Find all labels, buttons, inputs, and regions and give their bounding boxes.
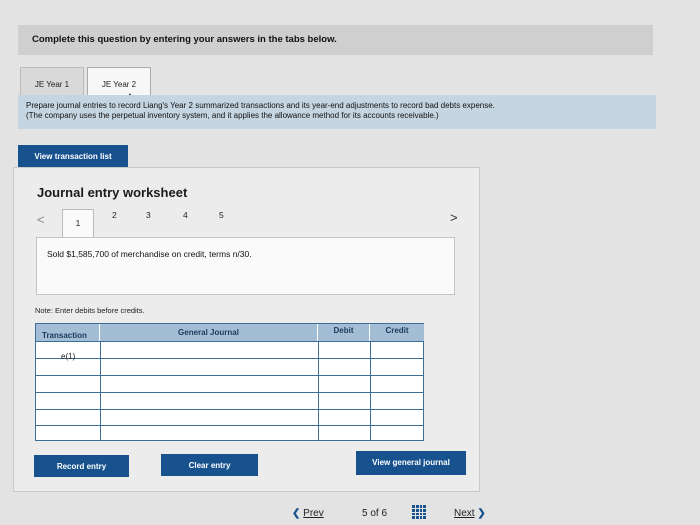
tab-je-year-2-label: JE Year 2 bbox=[101, 80, 137, 89]
entry-tab-3[interactable]: 3 bbox=[146, 210, 151, 220]
debit-input[interactable] bbox=[321, 428, 367, 439]
instructions-bar: Complete this question by entering your … bbox=[18, 25, 653, 55]
transaction-description: Sold $1,585,700 of merchandise on credit… bbox=[36, 237, 455, 295]
chevron-right-icon: ❯ bbox=[477, 508, 486, 519]
prev-entry-arrow-icon[interactable]: < bbox=[37, 212, 45, 227]
entry-tab-4[interactable]: 4 bbox=[183, 210, 188, 220]
debit-input[interactable] bbox=[321, 412, 367, 424]
debit-input[interactable] bbox=[321, 378, 367, 390]
account-input[interactable] bbox=[103, 378, 315, 390]
entry-note: Note: Enter debits before credits. bbox=[35, 306, 145, 315]
account-input[interactable] bbox=[103, 428, 315, 439]
account-input[interactable] bbox=[103, 344, 315, 356]
debit-input[interactable] bbox=[321, 344, 367, 356]
next-question-link[interactable]: Next ❯ bbox=[454, 508, 486, 519]
account-input[interactable] bbox=[103, 412, 315, 424]
prev-question-link[interactable]: ❮ Prev bbox=[292, 508, 324, 519]
table-col-divider bbox=[318, 341, 319, 441]
header-debit: Debit bbox=[318, 324, 370, 341]
view-transaction-list-button[interactable]: View transaction list bbox=[18, 145, 128, 167]
entry-tab-1-label: 1 bbox=[75, 218, 81, 228]
question-counter: 5 of 6 bbox=[362, 508, 388, 519]
table-row-divider bbox=[36, 409, 423, 410]
prompt-line-2: (The company uses the perpetual inventor… bbox=[26, 111, 439, 120]
entry-tab-2[interactable]: 2 bbox=[112, 210, 117, 220]
credit-input[interactable] bbox=[373, 395, 419, 407]
debit-input[interactable] bbox=[321, 361, 367, 373]
prev-label: Prev bbox=[303, 508, 324, 519]
transaction-label: e(1) bbox=[61, 352, 76, 361]
entry-tab-5[interactable]: 5 bbox=[219, 210, 224, 220]
question-prompt: Prepare journal entries to record Liang'… bbox=[18, 95, 656, 129]
header-general-journal: General Journal bbox=[100, 324, 318, 341]
transaction-description-text: Sold $1,585,700 of merchandise on credit… bbox=[47, 249, 252, 259]
tab-je-year-1-label: JE Year 1 bbox=[34, 80, 70, 89]
tab-je-year-2[interactable]: JE Year 2 bbox=[87, 67, 151, 95]
account-input[interactable] bbox=[103, 361, 315, 373]
clear-entry-button[interactable]: Clear entry bbox=[161, 454, 258, 476]
journal-entry-table: Transaction General Journal Debit Credit… bbox=[35, 323, 424, 441]
table-row-divider bbox=[36, 375, 423, 376]
prompt-line-1: Prepare journal entries to record Liang'… bbox=[26, 101, 495, 110]
chevron-left-icon: ❮ bbox=[292, 508, 301, 519]
header-transaction: Transaction bbox=[36, 324, 100, 341]
table-col-divider bbox=[100, 341, 101, 441]
credit-input[interactable] bbox=[373, 344, 419, 356]
table-row-divider bbox=[36, 392, 423, 393]
table-col-divider bbox=[370, 341, 371, 441]
credit-input[interactable] bbox=[373, 412, 419, 424]
table-row-divider bbox=[36, 425, 423, 426]
entry-tab-1[interactable]: 1 bbox=[62, 209, 94, 238]
table-row-divider bbox=[36, 358, 423, 359]
tab-je-year-1[interactable]: JE Year 1 bbox=[20, 67, 84, 95]
header-credit: Credit bbox=[370, 324, 424, 341]
grid-menu-icon[interactable] bbox=[412, 505, 426, 519]
worksheet-title: Journal entry worksheet bbox=[37, 185, 188, 200]
next-label: Next bbox=[454, 508, 475, 519]
credit-input[interactable] bbox=[373, 361, 419, 373]
instructions-text: Complete this question by entering your … bbox=[32, 34, 337, 45]
debit-input[interactable] bbox=[321, 395, 367, 407]
next-entry-arrow-icon[interactable]: > bbox=[450, 210, 458, 225]
credit-input[interactable] bbox=[373, 428, 419, 439]
view-general-journal-button[interactable]: View general journal bbox=[356, 451, 466, 475]
credit-input[interactable] bbox=[373, 378, 419, 390]
account-input[interactable] bbox=[103, 395, 315, 407]
record-entry-button[interactable]: Record entry bbox=[34, 455, 129, 477]
table-row-divider bbox=[36, 341, 423, 342]
